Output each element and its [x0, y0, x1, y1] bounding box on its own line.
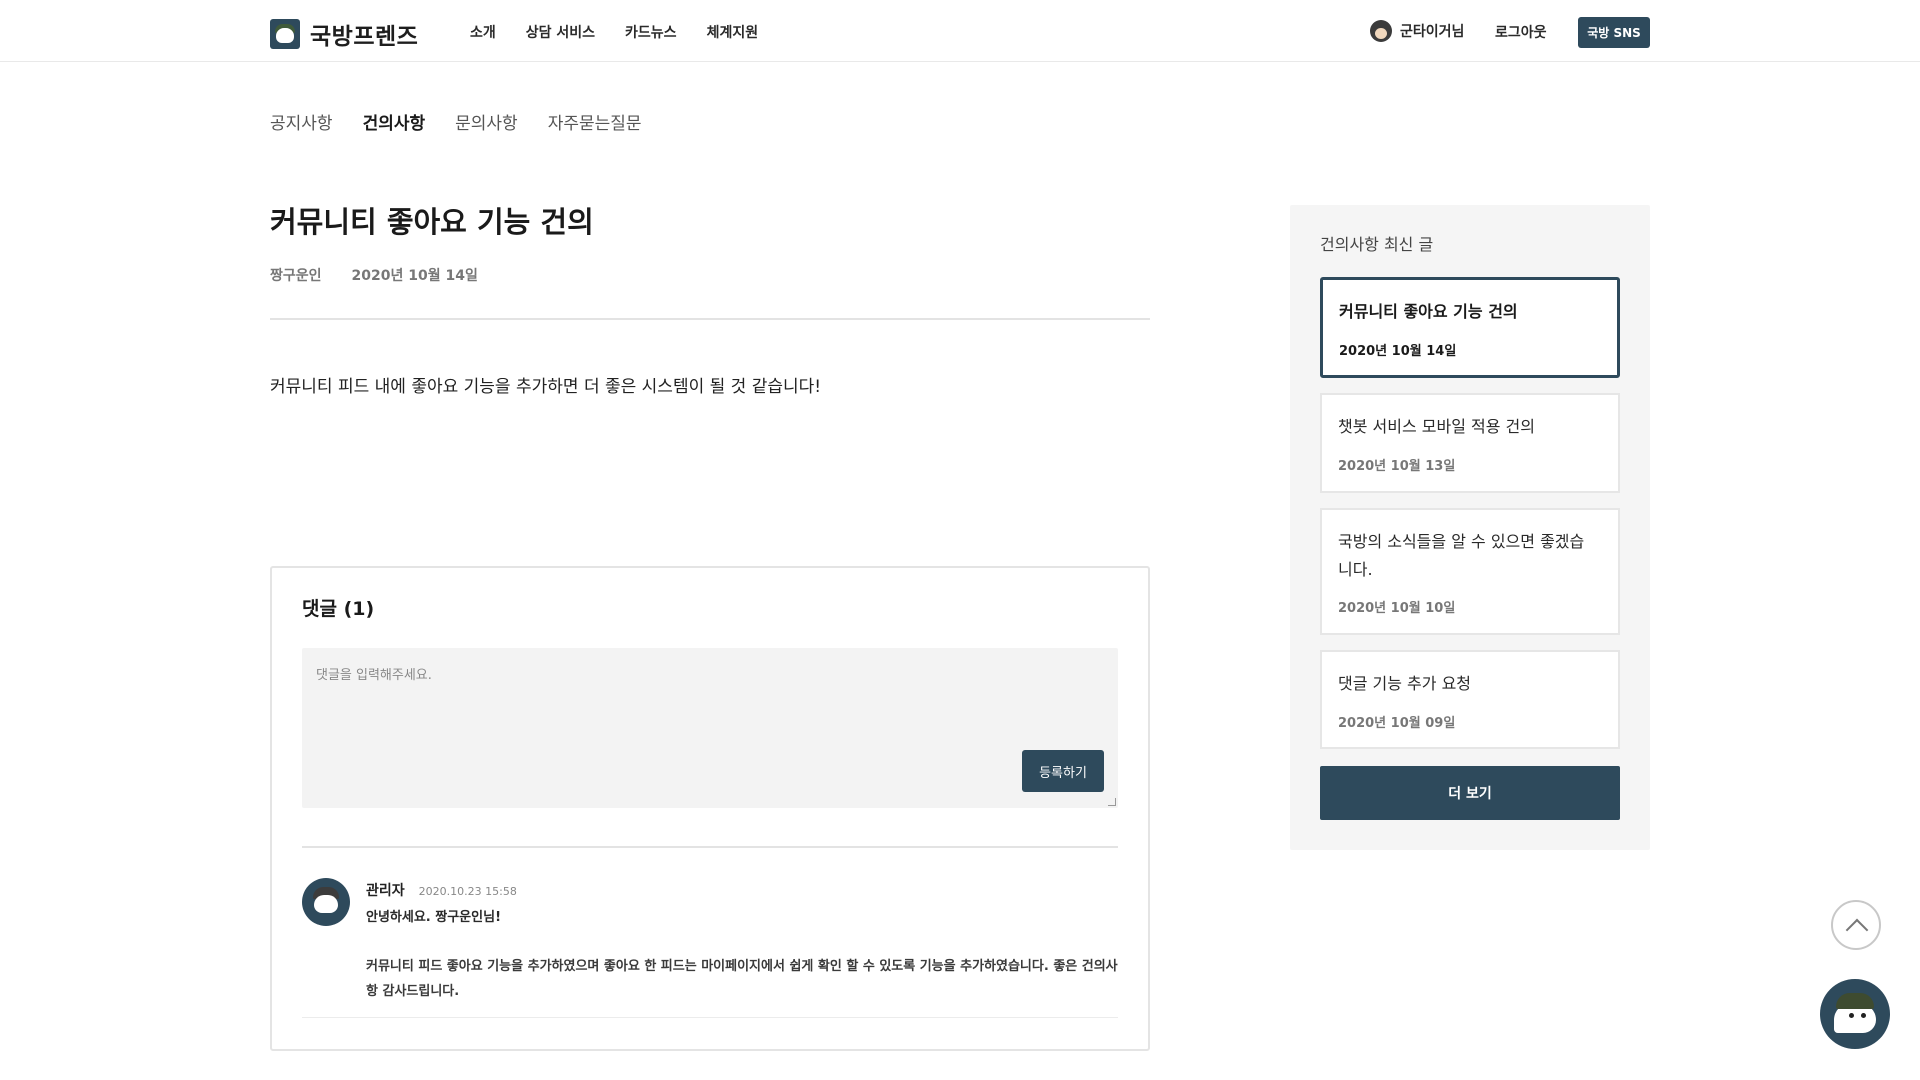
sidebar-title: 건의사항 최신 글: [1320, 235, 1434, 254]
recent-post-date: 2020년 10월 14일: [1339, 344, 1457, 359]
tab-suggestions[interactable]: 건의사항: [363, 109, 426, 134]
comment-input-container: 등록하기: [302, 648, 1118, 808]
comment-submit-button[interactable]: 등록하기: [1022, 750, 1104, 792]
comment-header: 관리자 2020.10.23 15:58: [366, 880, 517, 900]
recent-post-item[interactable]: 챗봇 서비스 모바일 적용 건의 2020년 10월 13일: [1320, 393, 1620, 493]
more-posts-button[interactable]: 더 보기: [1320, 766, 1620, 820]
recent-post-date: 2020년 10월 09일: [1338, 716, 1456, 731]
admin-avatar-icon: [302, 878, 350, 926]
comment-section: 댓글 (1) 등록하기 관리자 2020.10.23 15:58 안녕하세요. …: [270, 566, 1150, 1051]
user-avatar-icon: [1370, 20, 1392, 42]
resize-handle-icon[interactable]: [1108, 798, 1116, 806]
recent-post-title: 국방의 소식들을 알 수 있으면 좋겠습니다.: [1338, 532, 1585, 579]
chatbot-soldier-icon[interactable]: [1820, 979, 1890, 1049]
recent-post-title: 챗봇 서비스 모바일 적용 건의: [1338, 417, 1535, 436]
recent-post-date: 2020년 10월 13일: [1338, 459, 1456, 474]
user-name: 군타이거님: [1400, 24, 1465, 40]
tab-faq[interactable]: 자주묻는질문: [548, 109, 642, 134]
article-date: 2020년 10월 14일: [351, 268, 478, 284]
recent-post-date: 2020년 10월 10일: [1338, 601, 1456, 616]
article-meta: 짱구운인 2020년 10월 14일: [270, 265, 478, 285]
comment-text: 커뮤니티 피드 좋아요 기능을 추가하였으며 좋아요 한 피드는 마이페이지에서…: [366, 959, 1118, 999]
comment-timestamp: 2020.10.23 15:58: [418, 885, 517, 898]
comment-author: 관리자: [366, 883, 405, 899]
comment-divider: [302, 846, 1118, 848]
recent-post-title: 커뮤니티 좋아요 기능 건의: [1339, 302, 1518, 321]
recent-post-item[interactable]: 댓글 기능 추가 요청 2020년 10월 09일: [1320, 650, 1620, 749]
article-author: 짱구운인: [270, 268, 322, 284]
recent-post-item[interactable]: 국방의 소식들을 알 수 있으면 좋겠습니다. 2020년 10월 10일: [1320, 508, 1620, 635]
comment-count-title: 댓글 (1): [302, 598, 375, 620]
logout-link[interactable]: 로그아웃: [1495, 22, 1547, 42]
sns-button[interactable]: 국방 SNS: [1578, 17, 1650, 48]
main-nav: 소개 상담 서비스 카드뉴스 체계지원: [470, 22, 758, 42]
nav-item-counseling[interactable]: 상담 서비스: [526, 22, 595, 42]
soldier-face-icon: [270, 19, 300, 49]
nav-item-intro[interactable]: 소개: [470, 22, 496, 42]
site-logo[interactable]: 국방프렌즈: [270, 17, 418, 51]
board-tabs: 공지사항 건의사항 문의사항 자주묻는질문: [270, 109, 642, 134]
nav-item-system-support[interactable]: 체계지원: [707, 22, 759, 42]
comment-greeting: 안녕하세요. 짱구운인님!: [366, 910, 501, 925]
site-header: 국방프렌즈 소개 상담 서비스 카드뉴스 체계지원 군타이거님 로그아웃 국방 …: [0, 0, 1920, 62]
article-body: 커뮤니티 피드 내에 좋아요 기능을 추가하면 더 좋은 시스템이 될 것 같습…: [270, 377, 822, 397]
recent-post-title: 댓글 기능 추가 요청: [1338, 674, 1472, 693]
tab-notice[interactable]: 공지사항: [270, 109, 333, 134]
comment-bottom-divider: [302, 1017, 1118, 1018]
comment-input[interactable]: [302, 648, 1118, 808]
chevron-up-icon[interactable]: [1831, 900, 1881, 950]
recent-post-item[interactable]: 커뮤니티 좋아요 기능 건의 2020년 10월 14일: [1320, 277, 1620, 378]
user-profile[interactable]: 군타이거님: [1370, 20, 1464, 42]
nav-item-cardnews[interactable]: 카드뉴스: [625, 22, 677, 42]
article-divider: [270, 318, 1150, 320]
tab-inquiries[interactable]: 문의사항: [455, 109, 518, 134]
logo-text: 국방프렌즈: [310, 24, 419, 50]
article-title: 커뮤니티 좋아요 기능 건의: [270, 205, 594, 239]
recent-posts-sidebar: 건의사항 최신 글 커뮤니티 좋아요 기능 건의 2020년 10월 14일 챗…: [1290, 205, 1650, 850]
